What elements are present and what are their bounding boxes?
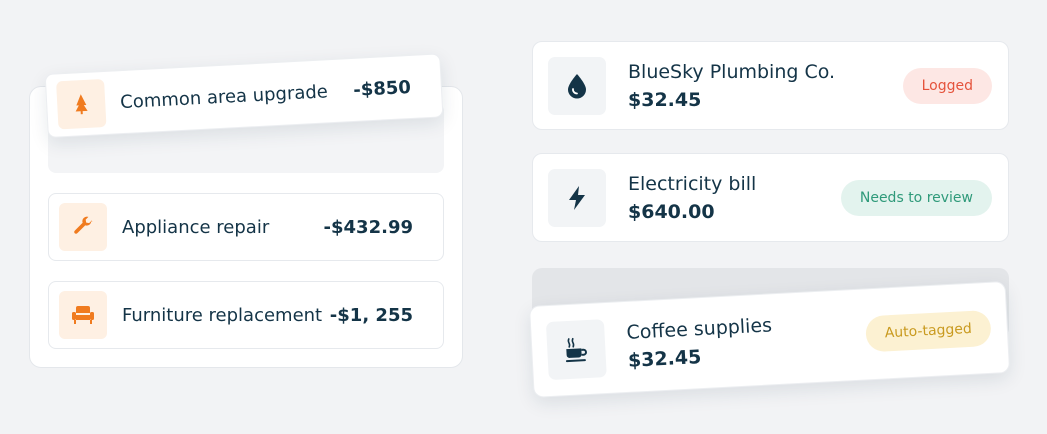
expense-amount: -$432.99 bbox=[323, 216, 413, 238]
bill-card-bluesky-plumbing[interactable]: BlueSky Plumbing Co. $32.45 Logged bbox=[532, 41, 1009, 130]
bill-name: Electricity bill bbox=[628, 172, 757, 195]
bill-name: Coffee supplies bbox=[625, 314, 773, 344]
bill-amount: $640.00 bbox=[628, 200, 715, 223]
expense-label: Common area upgrade bbox=[119, 80, 329, 113]
expense-amount: -$1, 255 bbox=[329, 304, 413, 326]
expense-card-appliance-repair[interactable]: Appliance repair -$432.99 bbox=[48, 193, 444, 261]
lightning-icon bbox=[548, 168, 606, 227]
bill-card-electricity[interactable]: Electricity bill $640.00 Needs to review bbox=[532, 153, 1009, 242]
expense-card-furniture-replacement[interactable]: Furniture replacement -$1, 255 bbox=[48, 281, 444, 349]
tree-icon bbox=[56, 78, 107, 130]
status-badge-logged: Logged bbox=[902, 67, 992, 104]
expense-label: Appliance repair bbox=[122, 216, 270, 238]
wrench-icon bbox=[59, 203, 107, 251]
status-badge-auto-tagged: Auto-tagged bbox=[864, 309, 992, 353]
bill-name: BlueSky Plumbing Co. bbox=[628, 60, 836, 83]
bill-amount: $32.45 bbox=[628, 88, 702, 111]
expense-amount: -$850 bbox=[352, 76, 412, 101]
water-drop-icon bbox=[548, 56, 606, 115]
status-badge-needs-review: Needs to review bbox=[840, 179, 992, 216]
coffee-cup-icon bbox=[545, 319, 607, 381]
bill-amount: $32.45 bbox=[627, 346, 702, 372]
expense-label: Furniture replacement bbox=[122, 304, 323, 326]
armchair-icon bbox=[59, 291, 107, 339]
